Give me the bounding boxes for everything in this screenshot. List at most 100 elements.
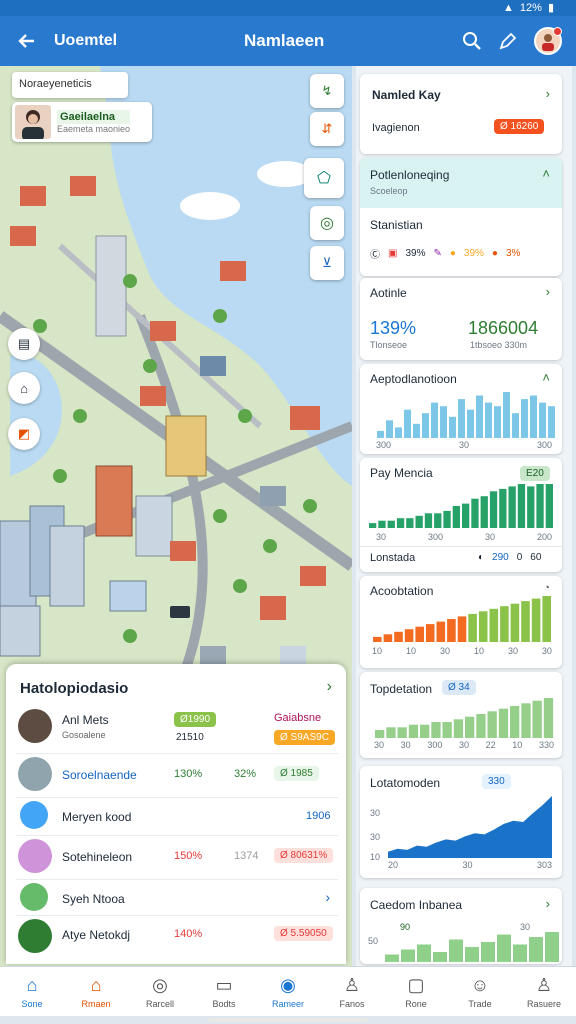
card-acceleration[interactable]: Acoobtation ◔ 10 10 30 10 30 30 xyxy=(360,576,562,668)
nav-boards[interactable]: ▭ Bodts xyxy=(192,967,256,1016)
chevron-right-icon[interactable]: › xyxy=(546,284,550,299)
edit-icon[interactable] xyxy=(498,31,518,51)
chart-bar xyxy=(465,947,479,962)
chart-bar xyxy=(433,952,447,962)
card-caedom[interactable]: Caedom Inbanea › 50 90 30 xyxy=(360,888,562,964)
nav-rone[interactable]: ▢ Rone xyxy=(384,967,448,1016)
ruler-icon: ⊻ xyxy=(322,255,332,270)
chart-bar xyxy=(447,619,456,642)
chevron-up-icon[interactable]: ˄ xyxy=(542,166,550,181)
acceleration-chart xyxy=(373,596,551,642)
chart-bar xyxy=(521,601,530,642)
card-title: Aotinle xyxy=(370,286,407,300)
bottom-nav: ⌂ Sone ⌂ Rmaen ◎ Rarcell ▭ Bodts ◉ Rameer ♙ Fa… xyxy=(0,966,576,1016)
row-pill: Ø 1985 xyxy=(274,766,319,781)
back-button[interactable] xyxy=(0,16,54,66)
x-tick: 30 xyxy=(507,646,518,656)
row-pill: Ø 80631% xyxy=(274,848,334,863)
analytics-panel[interactable]: Namled Kay › Ivagienon Ø 16260 Potlenlon… xyxy=(356,66,572,966)
list-item[interactable]: Meryen kood 1906 xyxy=(16,798,338,836)
row-name: Soroelnaende xyxy=(62,768,137,782)
x-tick: 22 xyxy=(485,740,496,750)
chevron-right-icon[interactable]: › xyxy=(327,678,332,696)
list-item[interactable]: Soroelnaende 130% 32% Ø 1985 xyxy=(16,754,338,798)
tag-icon: ✎ xyxy=(433,248,442,259)
chart-bar xyxy=(408,724,419,738)
battery-icon: ▮ xyxy=(547,2,554,14)
sheet-title: Hatolopiodasio xyxy=(20,680,129,697)
chevron-right-icon[interactable]: › xyxy=(325,889,330,905)
caedom-chart xyxy=(385,932,559,962)
filter-button[interactable]: ⇵ xyxy=(310,112,344,146)
card-title: Caedom Inbanea xyxy=(370,898,463,912)
chart-bar xyxy=(375,730,385,738)
draw-button[interactable]: ⬠ xyxy=(304,158,344,198)
nav-home[interactable]: ⌂ Sone xyxy=(0,967,64,1016)
chart-bar xyxy=(415,626,424,642)
chart-bar xyxy=(404,409,411,438)
user-avatar[interactable] xyxy=(534,27,562,55)
x-tick: 10 xyxy=(473,646,484,656)
layers-button[interactable]: ↯ xyxy=(310,74,344,108)
nav-label: Trade xyxy=(468,998,492,1009)
chevron-right-icon[interactable]: › xyxy=(546,896,550,911)
nav-map[interactable]: ⌂ Rmaen xyxy=(64,967,128,1016)
card-pay[interactable]: Pay Mencia E20 30 300 30 200 Lonstada ◐ … xyxy=(360,458,562,572)
marker-icon: ▤ xyxy=(17,336,31,351)
nav-reviewer[interactable]: ◉ Rameer xyxy=(256,967,320,1016)
locate-button[interactable]: ◎ xyxy=(310,206,344,240)
chevron-right-icon[interactable]: › xyxy=(546,86,550,101)
currency-icon: Ⓒ xyxy=(370,250,380,261)
nav-label: Fanos xyxy=(339,998,365,1009)
card-appreciation[interactable]: Aeptodlanotioon ˄ 300 30 300 xyxy=(360,364,562,454)
search-icon[interactable] xyxy=(462,31,482,51)
chart-bar xyxy=(387,520,395,528)
signal-icon: ▲ xyxy=(503,1,514,14)
list-item[interactable]: Anl Mets Gosoalene Ø1990 21510 Gaiabsne … xyxy=(16,706,338,754)
chart-bar xyxy=(542,596,551,642)
map-search-input[interactable]: Noraeyeneticis xyxy=(12,72,128,98)
settings-icon[interactable]: ◔ xyxy=(543,582,550,594)
chart-bar xyxy=(397,727,407,738)
chart-bar xyxy=(449,939,463,962)
bottom-sheet[interactable]: Hatolopiodasio › Anl Mets Gosoalene Ø199… xyxy=(6,664,346,964)
x-tick: 30 xyxy=(462,860,473,870)
profile-photo xyxy=(15,105,51,139)
card-topdetation[interactable]: Topdetation Ø 34 30 30 300 30 22 10 330 xyxy=(360,672,562,758)
stat-value: 0 xyxy=(516,552,523,563)
profile-sub: Eaemeta maonieo xyxy=(57,124,131,134)
map-tool-2[interactable]: ⌂ xyxy=(8,372,40,404)
chart-bar xyxy=(531,598,541,642)
app-title: Uoemtel xyxy=(54,32,118,49)
nav-trade[interactable]: ☺ Trade xyxy=(448,967,512,1016)
x-tick: 30 xyxy=(458,440,469,450)
map-profile-card[interactable]: Gaeilaelna Eaemeta maonieo xyxy=(12,102,152,142)
card-named-key[interactable]: Namled Kay › Ivagienon Ø 16260 xyxy=(360,74,562,154)
nav-fans[interactable]: ♙ Fanos xyxy=(320,967,384,1016)
map-tool-3[interactable]: ◩ xyxy=(8,418,40,450)
card-lotato[interactable]: Lotatomoden 330 30 30 10 20 30 303 xyxy=(360,766,562,878)
measure-button[interactable]: ⊻ xyxy=(310,246,344,280)
card-potential[interactable]: Potlenloneqing Scoeleop ˄ Stanistian Ⓒ ▣… xyxy=(360,158,562,276)
chart-bar xyxy=(431,402,438,438)
map-tool-1[interactable]: ▤ xyxy=(8,328,40,360)
chart-bar xyxy=(510,603,520,642)
chart-bar xyxy=(529,937,543,962)
list-item[interactable]: Atye Netokdj 140% Ø 5.59050 xyxy=(16,916,338,956)
card-actie[interactable]: Aotinle › 139% Tlonseoe 1866004 1tbsoeo … xyxy=(360,278,562,360)
list-item[interactable]: Syeh Ntooa › xyxy=(16,880,338,916)
chart-bar xyxy=(539,402,546,438)
stat-icon-red: ▣ xyxy=(388,248,398,259)
person-icon: ◉ xyxy=(280,974,296,995)
topdetation-chart xyxy=(375,698,554,738)
chart-bar xyxy=(512,413,519,438)
smile-icon: ☺ xyxy=(470,974,490,995)
row-pill: Ø 5.59050 xyxy=(274,926,333,941)
list-item[interactable]: Sotehineleon 150% 1374 Ø 80631% xyxy=(16,836,338,880)
note-icon: ▢ xyxy=(407,974,425,995)
chevron-up-icon[interactable]: ˄ xyxy=(542,370,550,385)
nav-resource[interactable]: ♙ Rasuere xyxy=(512,967,576,1016)
chart-bar xyxy=(404,629,414,642)
shape-icon: ⬠ xyxy=(317,170,331,187)
nav-parcel[interactable]: ◎ Rarcell xyxy=(128,967,192,1016)
